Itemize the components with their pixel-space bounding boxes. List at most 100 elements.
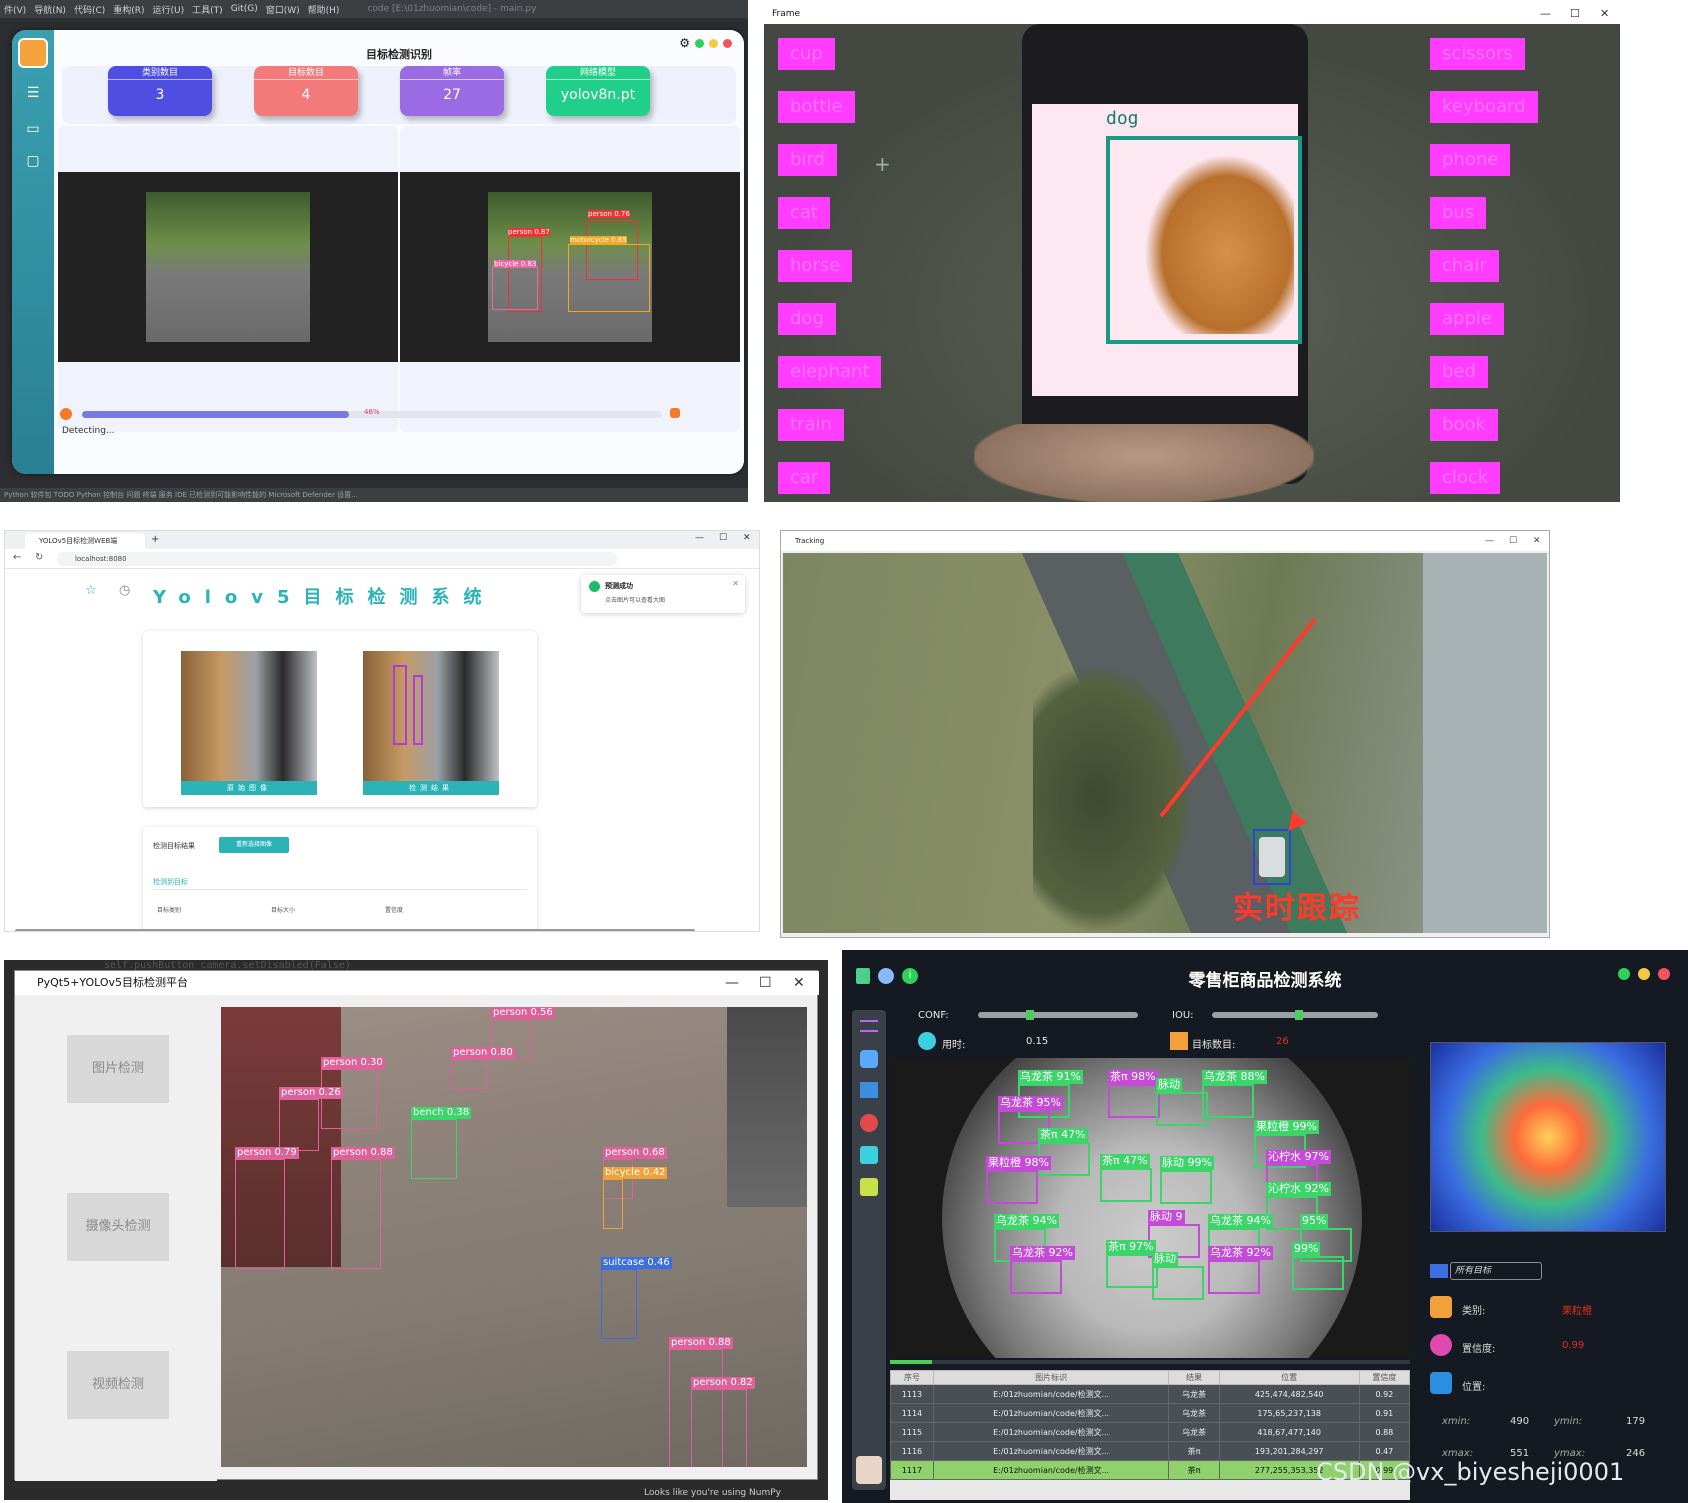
table-row[interactable]: 1113 E:/01zhuomian/code/检测文... 乌龙茶 425,474,… (890, 1384, 1411, 1404)
window-controls (1618, 968, 1670, 980)
detection-label: person 0.68 (603, 1147, 667, 1159)
progress-fill (82, 411, 349, 418)
bag-icon (1430, 1296, 1452, 1318)
detection-label: 乌龙茶 92% (1010, 1246, 1075, 1260)
maximize-button[interactable]: ☐ (719, 533, 727, 543)
video-icon[interactable] (860, 1146, 878, 1164)
close-button[interactable] (1658, 968, 1670, 980)
minimize-button[interactable]: — (725, 971, 739, 995)
tab-detected[interactable]: 检测到目标 (153, 877, 188, 887)
minimize-button[interactable]: — (1485, 531, 1494, 551)
menu-item[interactable]: 运行(U) (153, 3, 185, 16)
maximize-button[interactable]: ☐ (759, 971, 772, 995)
image-detect-button[interactable]: 图片检测 (67, 1035, 169, 1103)
menu-icon[interactable] (860, 1020, 878, 1032)
reload-icon[interactable]: ↻ (35, 552, 43, 563)
iou-slider-handle[interactable] (1295, 1010, 1303, 1020)
original-image-panel (58, 126, 398, 432)
close-button[interactable]: ✕ (793, 971, 805, 995)
address-bar-row: ← ↻ localhost:8080 (5, 549, 759, 569)
stat-label: 网络模型 (546, 66, 650, 80)
hand-icon[interactable] (60, 408, 72, 420)
camera-detect-button[interactable]: 摄像头检测 (67, 1193, 169, 1261)
url-field[interactable]: localhost:8080 (57, 552, 617, 566)
table-row[interactable]: 1114 E:/01zhuomian/code/检测文... 乌龙茶 175,65,2… (890, 1403, 1411, 1423)
ide-status-bar: Python 软件包 TODO Python 控制台 问题 终端 服务 IDE … (0, 488, 748, 502)
class-tag: chair (1430, 250, 1499, 282)
conf-slider[interactable] (978, 1012, 1138, 1018)
close-icon[interactable]: ✕ (732, 579, 739, 588)
folder-icon[interactable] (860, 1082, 878, 1098)
maximize-button[interactable]: ☐ (1509, 531, 1517, 551)
minimize-button[interactable] (1638, 968, 1650, 980)
confidence-value: 0.99 (1562, 1340, 1585, 1351)
filter-icon (1430, 1264, 1448, 1278)
menu-item[interactable]: 工具(T) (192, 3, 223, 16)
clock-icon[interactable]: ◷ (119, 583, 130, 598)
class-label: 类别: (1462, 1306, 1486, 1317)
table-cell: 0.91 (1358, 1403, 1411, 1423)
menu-item[interactable]: Git(G) (231, 4, 258, 14)
minimize-button[interactable] (709, 38, 718, 48)
detection-label: 沁柠水 92% (1266, 1182, 1331, 1196)
window-title: PyQt5+YOLOv5目标检测平台 (37, 976, 189, 989)
page-title: Yolov5目标检测系统 (153, 587, 496, 608)
video-detect-button[interactable]: 视频检测 (67, 1351, 169, 1419)
bag-icon[interactable] (860, 1178, 878, 1196)
maximize-button[interactable] (1618, 968, 1630, 980)
conf-label: CONF: (918, 1010, 949, 1021)
menu-item[interactable]: 窗口(W) (266, 3, 300, 16)
stat-label: 帧率 (400, 66, 504, 80)
table-cell: 0.88 (1358, 1422, 1411, 1442)
close-button[interactable]: ✕ (743, 533, 751, 543)
star-icon[interactable]: ☆ (85, 583, 97, 598)
detection-label: 99% (1292, 1242, 1321, 1256)
detection-box (331, 1159, 381, 1269)
minimize-button[interactable]: — (1540, 4, 1551, 24)
stop-button[interactable] (670, 408, 680, 418)
browser-tabbar: YOLOv5目标检测WEB端 + — ☐ ✕ (5, 531, 759, 549)
original-image[interactable] (181, 651, 317, 781)
table-row[interactable]: 1115 E:/01zhuomian/code/检测文... 乌龙茶 418,67,4… (890, 1422, 1411, 1442)
reupload-button[interactable]: 重新选择图像 (219, 837, 289, 853)
table-cell: 乌龙茶 (1168, 1384, 1220, 1404)
detection-label: motorcycle 0.65 (570, 236, 627, 244)
detection-label: person 0.30 (321, 1057, 385, 1069)
close-button[interactable]: ✕ (1600, 4, 1609, 24)
gear-icon[interactable]: ⚙ (679, 36, 690, 50)
folder-icon[interactable]: ▭ (25, 122, 41, 136)
horizontal-scrollbar[interactable] (15, 929, 695, 931)
detection-label: bicycle 0.42 (603, 1167, 668, 1179)
camera-icon[interactable] (860, 1114, 878, 1132)
menu-icon[interactable]: ☰ (25, 86, 41, 100)
conf-slider-handle[interactable] (1026, 1010, 1034, 1020)
crosshair-icon: + (874, 152, 891, 176)
detection-label: 茶π 47% (1038, 1128, 1088, 1142)
watermark: CSDN @vx_biyesheji0001 (1316, 1458, 1625, 1486)
menu-item[interactable]: 帮助(H) (308, 3, 340, 16)
menu-item[interactable]: 代码(C) (74, 3, 105, 16)
chart-icon (1170, 1032, 1188, 1050)
close-button[interactable]: ✕ (1533, 531, 1541, 551)
menu-item[interactable]: 导航(N) (34, 3, 66, 16)
back-icon[interactable]: ← (13, 552, 21, 563)
image-icon[interactable] (860, 1050, 878, 1068)
browser-tab[interactable]: YOLOv5目标检测WEB端 (25, 533, 145, 549)
menu-item[interactable]: 件(V) (4, 3, 26, 16)
window-titlebar: PyQt5+YOLOv5目标检测平台 — ☐ ✕ (15, 971, 819, 995)
result-image[interactable] (363, 651, 499, 781)
aerial-video-frame: 实时跟踪 (783, 553, 1547, 933)
detection-label: 脉动 (1152, 1252, 1178, 1266)
minimize-button[interactable]: — (695, 533, 704, 543)
app-title: 目标检测识别 (366, 48, 432, 61)
column-header: 位置 (1218, 1370, 1360, 1385)
maximize-button[interactable]: ☐ (1570, 4, 1580, 24)
ide-notification: Looks like you're using NumPy (644, 1488, 781, 1498)
close-button[interactable] (723, 38, 732, 48)
camera-icon[interactable]: ▢ (25, 154, 41, 168)
class-tag: scissors (1430, 38, 1525, 70)
new-tab-icon[interactable]: + (151, 534, 159, 545)
menu-item[interactable]: 重构(R) (113, 3, 144, 16)
target-filter-select[interactable]: 所有目标 (1450, 1262, 1542, 1280)
maximize-button[interactable] (695, 38, 704, 48)
